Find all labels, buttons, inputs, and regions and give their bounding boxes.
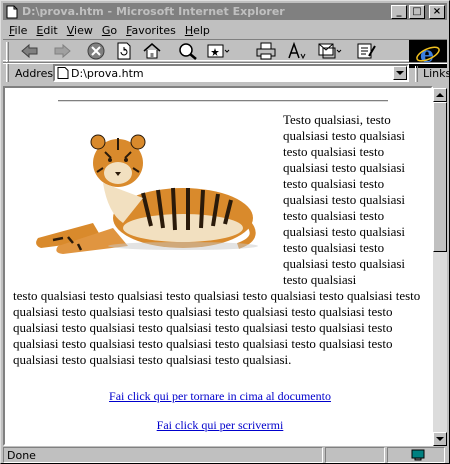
horizontal-rule — [58, 100, 388, 102]
minimize-icon: _ — [396, 5, 402, 17]
mail-icon — [318, 43, 342, 59]
page-icon — [5, 5, 19, 19]
address-grip[interactable] — [6, 66, 9, 82]
status-panel-2 — [325, 447, 385, 463]
links-grip[interactable] — [415, 66, 418, 82]
print-icon — [256, 42, 276, 60]
forward-icon — [54, 43, 71, 59]
arrow-up-icon — [436, 92, 444, 97]
scroll-up-button[interactable] — [433, 88, 447, 102]
font-button[interactable] — [285, 40, 311, 62]
text-right-column: Testo qualsiasi, testo qualsiasi testo q… — [283, 112, 406, 287]
address-dropdown-button[interactable] — [393, 66, 407, 80]
home-button[interactable] — [139, 40, 165, 62]
text-full-paragraph: testo qualsiasi testo qualsiasi testo qu… — [13, 288, 421, 367]
close-button[interactable]: × — [429, 4, 445, 19]
maximize-button[interactable]: □ — [409, 4, 425, 19]
menu-file[interactable]: File — [9, 24, 27, 37]
font-icon — [288, 42, 306, 60]
computer-icon — [411, 449, 424, 461]
arrow-down-icon — [436, 436, 444, 441]
menu-help[interactable]: Help — [185, 24, 210, 37]
menu-favorites[interactable]: Favorites — [126, 24, 176, 37]
page-icon — [57, 67, 69, 79]
home-icon — [143, 43, 161, 59]
status-text-panel: Done — [3, 447, 323, 463]
status-zone-panel — [387, 447, 445, 463]
window-title: D:\prova.htm - Microsoft Internet Explor… — [22, 5, 285, 18]
back-button[interactable] — [17, 40, 43, 62]
stop-icon — [87, 42, 105, 60]
menu-edit[interactable]: Edit — [36, 24, 57, 37]
minimize-button[interactable]: _ — [391, 4, 407, 19]
search-icon — [179, 43, 197, 60]
vertical-scrollbar[interactable] — [433, 88, 447, 446]
menu-view[interactable]: View — [67, 24, 93, 37]
title-bar[interactable]: D:\prova.htm - Microsoft Internet Explor… — [3, 3, 447, 20]
toolbar: e — [3, 39, 447, 72]
print-button[interactable] — [253, 40, 279, 62]
refresh-icon — [117, 42, 131, 60]
favorites-icon — [207, 44, 230, 58]
back-icon — [21, 43, 38, 59]
menu-go[interactable]: Go — [102, 24, 117, 37]
edit-icon — [357, 43, 376, 59]
stop-button[interactable] — [83, 40, 109, 62]
scroll-down-button[interactable] — [433, 432, 447, 446]
browser-window: D:\prova.htm - Microsoft Internet Explor… — [0, 0, 450, 464]
address-field[interactable] — [53, 64, 409, 82]
tiger-image — [36, 134, 258, 254]
address-bar: Address Links — [3, 63, 450, 84]
maximize-icon: □ — [412, 5, 422, 17]
mail-link[interactable]: Fai click qui per scrivermi — [13, 417, 427, 433]
close-icon: × — [432, 5, 442, 17]
scroll-thumb[interactable] — [433, 102, 447, 252]
status-bar: Done — [3, 447, 447, 463]
chevron-down-icon — [396, 70, 404, 75]
page-viewport[interactable]: Testo qualsiasi, testo qualsiasi testo q… — [3, 86, 433, 446]
address-input[interactable] — [71, 66, 391, 80]
search-button[interactable] — [175, 40, 201, 62]
refresh-button[interactable] — [111, 40, 137, 62]
mail-button[interactable] — [317, 40, 343, 62]
links-button[interactable]: Links — [423, 67, 450, 80]
menu-bar: File Edit View Go Favorites Help — [3, 21, 447, 39]
back-to-top-link[interactable]: Fai click qui per tornare in cima al doc… — [13, 388, 427, 404]
edit-button[interactable] — [353, 40, 379, 62]
favorites-button[interactable] — [205, 40, 231, 62]
status-text: Done — [7, 448, 36, 462]
forward-button[interactable] — [49, 40, 75, 62]
